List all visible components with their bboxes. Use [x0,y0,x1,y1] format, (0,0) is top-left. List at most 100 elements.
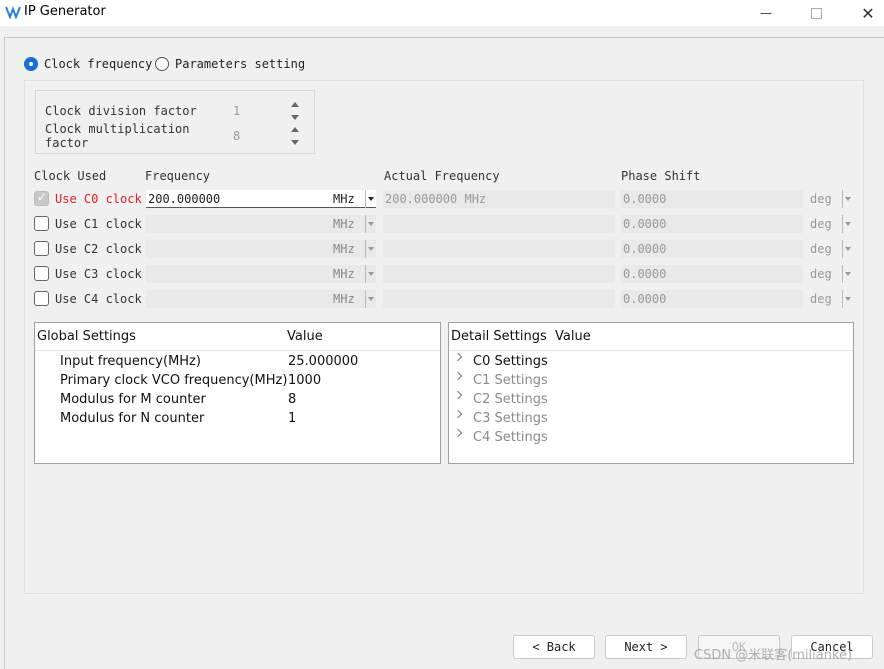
use-c1-checkbox[interactable] [34,216,49,231]
division-factor-field[interactable]: 1 [233,104,289,118]
detail-settings-header: Detail Settings Value [449,323,853,351]
c0-phase-dropdown-icon[interactable] [842,190,853,208]
c3-unit-select[interactable]: MHz [333,267,355,281]
c2-phase-dropdown-icon[interactable] [842,240,853,258]
back-button[interactable]: < Back [513,635,595,659]
tree-item-c1-settings[interactable]: C1 Settings [449,371,853,391]
c3-phase-input[interactable]: 0.0000 [621,265,803,283]
c2-unit-select[interactable]: MHz [333,242,355,256]
c4-phase-dropdown-icon[interactable] [842,290,853,308]
c2-unit-dropdown-icon[interactable] [365,240,376,258]
use-c3-label: Use C3 clock [55,267,142,281]
table-row[interactable]: Primary clock VCO frequency(MHz) 1000 [35,372,440,391]
multiplication-factor-field[interactable]: 8 [233,129,289,143]
c4-unit-select[interactable]: MHz [333,292,355,306]
global-settings-table[interactable]: Global Settings Value Input frequency(MH… [34,322,441,464]
use-c3-checkbox[interactable] [34,266,49,281]
global-settings-header: Global Settings Value [35,323,440,351]
c1-phase-dropdown-icon[interactable] [842,215,853,233]
factor-group: Clock division factor 1 Clock multiplica… [35,90,315,154]
c3-phase-dropdown-icon[interactable] [842,265,853,283]
maximize-button[interactable] [793,0,839,26]
c3-phase-unit[interactable]: deg [810,267,832,281]
c1-phase-value: 0.0000 [623,217,667,231]
parameters-setting-radio[interactable]: Parameters setting [155,57,305,71]
setting-name: Input frequency(MHz) [60,354,201,369]
tree-item-label: C1 Settings [473,373,548,388]
c1-unit-select[interactable]: MHz [333,217,355,231]
c0-phase-unit[interactable]: deg [810,192,832,206]
use-c2-checkbox[interactable] [34,241,49,256]
tree-item-label: C3 Settings [473,411,548,426]
clock-frequency-radio[interactable]: Clock frequency [24,57,152,71]
chevron-right-icon[interactable] [453,428,463,438]
detail-settings-column-header[interactable]: Detail Settings [451,329,547,344]
spin-down-icon[interactable] [291,115,299,120]
use-c4-checkbox[interactable] [34,291,49,306]
c0-actual-frequency: 200.000000 MHz [383,190,615,208]
global-value-column-header[interactable]: Value [287,329,323,344]
c4-phase-value: 0.0000 [623,292,667,306]
c0-unit-select[interactable]: MHz [333,192,355,206]
clock-row-c2: Use C2 clock MHz 0.0000 deg [34,239,856,259]
frequency-header: Frequency [145,169,211,183]
spin-up-icon[interactable] [291,102,299,107]
radio-unselected-icon [155,57,169,71]
maximize-icon [810,7,822,19]
close-icon: ✕ [861,3,875,23]
division-factor-row: Clock division factor 1 [45,101,301,121]
c2-phase-input[interactable]: 0.0000 [621,240,803,258]
c2-phase-unit[interactable]: deg [810,242,832,256]
multiplication-factor-row: Clock multiplication factor 8 [45,122,301,150]
tree-item-label: C2 Settings [473,392,548,407]
global-settings-column-header[interactable]: Global Settings [37,329,136,344]
table-row[interactable]: Modulus for M counter 8 [35,391,440,410]
setting-name: Modulus for N counter [60,411,205,426]
table-row[interactable]: Modulus for N counter 1 [35,410,440,429]
multiplication-factor-spinner[interactable] [289,127,301,145]
division-factor-spinner[interactable] [289,102,301,120]
setting-value: 25.000000 [288,354,359,369]
c4-phase-input[interactable]: 0.0000 [621,290,803,308]
multiplication-factor-label: Clock multiplication factor [45,122,190,150]
radio-selected-icon [24,57,38,71]
spin-down-icon[interactable] [291,140,299,145]
tree-item-c3-settings[interactable]: C3 Settings [449,409,853,429]
use-c0-label: Use C0 clock [55,192,142,206]
minimize-button[interactable]: — [743,0,789,26]
c1-phase-input[interactable]: 0.0000 [621,215,803,233]
tree-item-label: C0 Settings [473,354,548,369]
tree-item-c0-settings[interactable]: C0 Settings [449,352,853,372]
clock-row-c0: Use C0 clock 200.000000 MHz 200.000000 M… [34,189,856,209]
c3-actual-frequency [383,265,615,283]
spin-up-icon[interactable] [291,127,299,132]
c0-phase-input[interactable]: 0.0000 [621,190,803,208]
setting-value: 1000 [288,373,322,388]
setting-value: 8 [288,392,297,407]
c1-phase-unit[interactable]: deg [810,217,832,231]
close-button[interactable]: ✕ [845,0,884,26]
clock-used-header: Clock Used [34,169,107,183]
parameters-setting-label: Parameters setting [175,57,306,71]
app-logo-icon [5,6,21,19]
detail-settings-tree[interactable]: Detail Settings Value C0 Settings C1 Set… [448,322,854,464]
c4-unit-dropdown-icon[interactable] [365,290,376,308]
c3-phase-value: 0.0000 [623,267,667,281]
tree-item-c4-settings[interactable]: C4 Settings [449,428,853,448]
table-row[interactable]: Input frequency(MHz) 25.000000 [35,353,440,372]
c0-unit-dropdown-icon[interactable] [365,190,376,208]
chevron-right-icon[interactable] [453,409,463,419]
c1-unit-dropdown-icon[interactable] [365,215,376,233]
chevron-right-icon[interactable] [453,390,463,400]
window-title: IP Generator [24,4,106,19]
tree-item-c2-settings[interactable]: C2 Settings [449,390,853,410]
c4-phase-unit[interactable]: deg [810,292,832,306]
phase-shift-header: Phase Shift [621,169,701,183]
detail-value-column-header[interactable]: Value [555,329,591,344]
c3-unit-dropdown-icon[interactable] [365,265,376,283]
setting-value: 1 [288,411,297,426]
use-c0-checkbox[interactable] [34,190,49,206]
next-button[interactable]: Next > [605,635,687,659]
chevron-right-icon[interactable] [453,371,463,381]
chevron-right-icon[interactable] [453,352,463,362]
